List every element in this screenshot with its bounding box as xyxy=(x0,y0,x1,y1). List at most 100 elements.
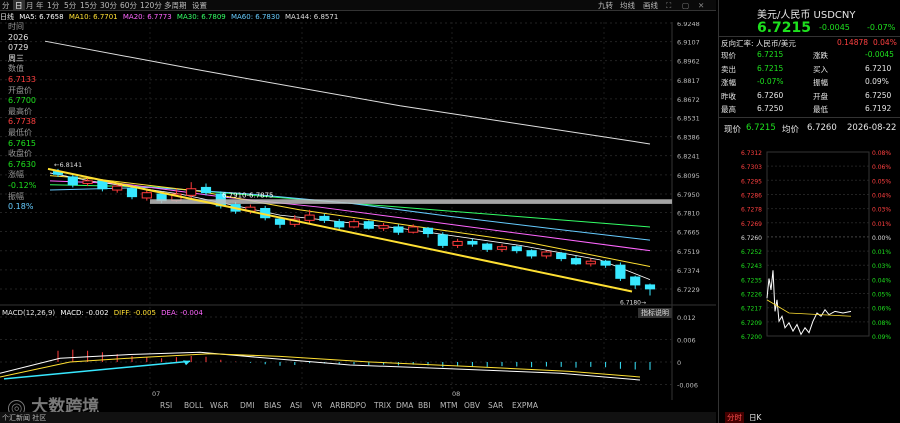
close-label: 收盘价 xyxy=(8,149,32,159)
candle-down[interactable] xyxy=(319,215,330,221)
mini-right-tick: 0.05% xyxy=(872,178,891,185)
candle-down[interactable] xyxy=(482,243,493,250)
candle-up[interactable] xyxy=(82,180,93,184)
ma-legend: 日线 MA5: 6.7658 MA10: 6.7701 MA20: 6.7773… xyxy=(0,12,341,22)
nine-turn-button[interactable]: 九转 xyxy=(598,0,613,11)
period-button-60min[interactable]: 60分 xyxy=(120,0,137,11)
candle-up[interactable] xyxy=(304,214,315,221)
candle-up[interactable] xyxy=(348,221,360,228)
indicator-tab-wr[interactable]: W&R xyxy=(210,401,228,410)
quote-value: 6.7260 xyxy=(757,90,784,100)
indicator-help-button[interactable]: 指标说明 xyxy=(638,308,672,318)
indicator-tab-trix[interactable]: TRIX xyxy=(374,401,391,410)
ma-button[interactable]: 均线 xyxy=(620,0,635,11)
candle-down[interactable] xyxy=(97,180,108,190)
indicator-tab-sar[interactable]: SAR xyxy=(488,401,503,410)
draw-line-button[interactable]: 画线 xyxy=(643,0,658,11)
indicator-tab-arbr[interactable]: ARBR xyxy=(330,401,351,410)
candle-down[interactable] xyxy=(630,276,641,286)
candle-up[interactable] xyxy=(112,185,123,191)
indicator-tab-dmi[interactable]: DMI xyxy=(240,401,254,410)
candle-down[interactable] xyxy=(363,221,374,229)
candle-down[interactable] xyxy=(126,188,138,198)
indicator-tab-mtm[interactable]: MTM xyxy=(440,401,458,410)
indicator-tab-vr[interactable]: VR xyxy=(312,401,322,410)
candle-down[interactable] xyxy=(600,260,611,266)
candle-up[interactable] xyxy=(141,192,152,199)
period-button-day[interactable]: 日 xyxy=(13,0,25,11)
quote-value: 6.7210 xyxy=(865,63,892,73)
indicator-tab-dma[interactable]: DMA xyxy=(396,401,413,410)
multi-period-button[interactable]: 多周期 xyxy=(164,0,187,11)
divider xyxy=(719,117,900,118)
period-button-15min[interactable]: 15分 xyxy=(80,0,97,11)
mini-left-tick: 6.7217 xyxy=(741,306,762,313)
y-tick-label: 6.7519 xyxy=(677,248,700,256)
candle-up[interactable] xyxy=(452,240,463,246)
quote-label: 买入 xyxy=(813,64,828,74)
candle-up[interactable] xyxy=(541,251,552,257)
quote-value: 6.7215 xyxy=(757,50,784,59)
candle-down[interactable] xyxy=(422,227,434,235)
candle-down[interactable] xyxy=(644,284,656,290)
candle-down[interactable] xyxy=(615,264,626,279)
candle-down[interactable] xyxy=(511,246,522,252)
ma20-value: MA20: 6.7773 xyxy=(122,13,172,21)
footer-links[interactable]: 个汇新闻 社区 xyxy=(2,413,46,423)
candle-down[interactable] xyxy=(67,176,78,186)
candle-down[interactable] xyxy=(393,226,404,233)
period-button[interactable]: 分 xyxy=(2,0,10,11)
indicator-tab-boll[interactable]: BOLL xyxy=(184,401,203,410)
period-button-year[interactable]: 年 xyxy=(36,0,44,11)
indicator-tab-obv[interactable]: OBV xyxy=(464,401,480,410)
candle-up[interactable] xyxy=(496,246,508,250)
x-tick-label: 07 xyxy=(152,390,160,398)
close-icon[interactable]: ✕ xyxy=(698,0,704,11)
reverse-rate-label: 反向汇率: 人民币/美元 xyxy=(721,39,796,48)
candle-up[interactable] xyxy=(378,225,389,229)
indicator-tab-rsi[interactable]: RSI xyxy=(160,401,172,410)
candle-up[interactable] xyxy=(186,188,197,196)
candle-down[interactable] xyxy=(467,240,478,245)
lock-icon[interactable]: ▢ xyxy=(682,0,689,11)
instrument-title: 美元/人民币 USDCNY xyxy=(757,10,856,21)
close-value: 6.7630 xyxy=(8,159,36,169)
period-button-1min[interactable]: 1分 xyxy=(47,0,59,11)
mini-left-tick: 6.7312 xyxy=(741,150,762,157)
high-marker: ←6.8141 xyxy=(54,161,82,169)
reverse-rate-pct: 0.04% xyxy=(873,38,897,47)
quote-label: 卖出 xyxy=(721,64,736,74)
candle-down[interactable] xyxy=(437,234,448,246)
candle-down[interactable] xyxy=(334,221,345,228)
candle-up[interactable] xyxy=(408,226,419,233)
period-button-month[interactable]: 月 xyxy=(26,0,34,11)
period-button-120min[interactable]: 120分 xyxy=(140,0,162,11)
indicator-tab-bbi[interactable]: BBI xyxy=(418,401,431,410)
candle-down[interactable] xyxy=(274,218,286,225)
period-button-5min[interactable]: 5分 xyxy=(64,0,76,11)
settings-button[interactable]: 设置 xyxy=(192,0,207,11)
intraday-chart[interactable]: 6.7312 0.08% 6.7303 0.06% 6.7295 0.05% 6.7286 0… xyxy=(719,140,900,410)
quote-label: 现价 xyxy=(721,51,736,60)
candle-down[interactable] xyxy=(200,186,212,194)
kline-chart[interactable]: 6.9248 6.9107 6.8962 6.8817 6.8672 6.8531 6.83… xyxy=(0,22,716,422)
indicator-tab-asi[interactable]: ASI xyxy=(290,401,302,410)
mini-right-tick: 0.00% xyxy=(872,235,891,242)
tab-daily-k[interactable]: 日K xyxy=(749,412,761,423)
mini-right-tick: 0.04% xyxy=(872,277,891,284)
price-band[interactable] xyxy=(150,199,672,204)
candle-down[interactable] xyxy=(556,252,567,260)
indicator-tab-dpo[interactable]: DPO xyxy=(350,401,366,410)
candle-down[interactable] xyxy=(526,250,537,257)
indicator-tab-bias[interactable]: BIAS xyxy=(264,401,281,410)
fullscreen-icon[interactable]: ⛶ xyxy=(666,0,671,11)
period-button-30min[interactable]: 30分 xyxy=(100,0,117,11)
ma144-value: MA144: 6.8571 xyxy=(285,13,339,21)
indicator-tab-expma[interactable]: EXPMA xyxy=(512,401,538,410)
mini-left-tick: 6.7252 xyxy=(741,249,762,256)
tab-intraday[interactable]: 分时 xyxy=(725,412,744,423)
candle-down[interactable] xyxy=(570,258,582,265)
mini-left-tick: 6.7243 xyxy=(741,263,762,270)
y-tick-label: 6.8962 xyxy=(677,58,700,66)
candle-up[interactable] xyxy=(585,260,596,265)
